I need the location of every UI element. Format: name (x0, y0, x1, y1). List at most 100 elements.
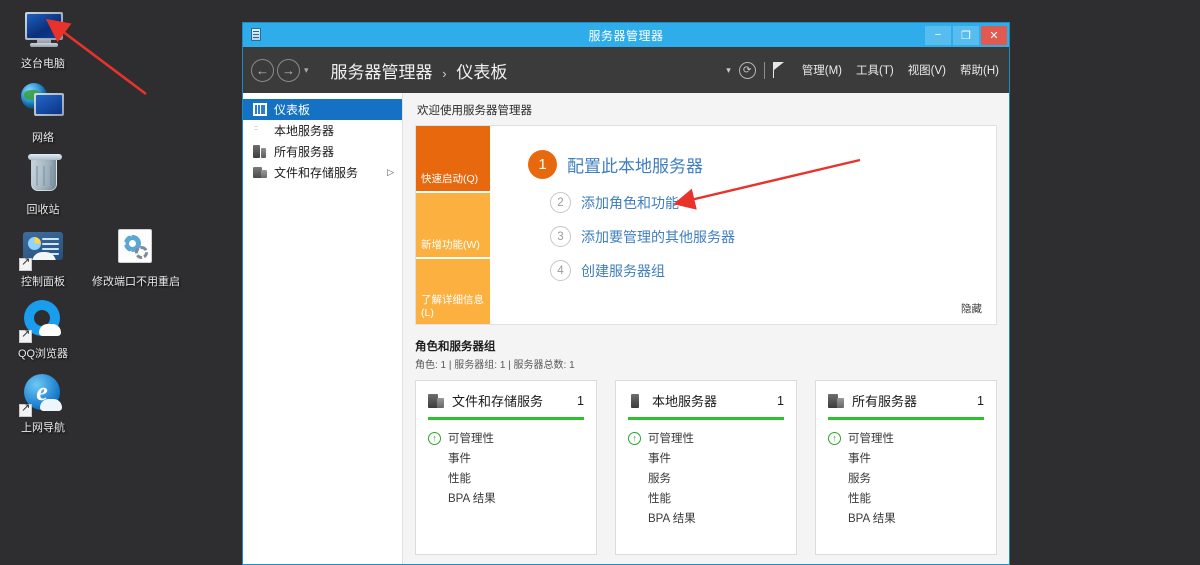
card-row-bpa-results[interactable]: BPA 结果 (628, 508, 784, 528)
step-create-server-group[interactable]: 4 创建服务器组 (550, 260, 996, 281)
forward-button[interactable]: → (277, 58, 300, 82)
card-row-performance[interactable]: 性能 (828, 488, 984, 508)
card-row-label: 事件 (648, 453, 671, 465)
card-row-label: 可管理性 (648, 433, 694, 445)
card-row-performance[interactable]: 性能 (428, 468, 584, 488)
card-count: 1 (577, 393, 584, 408)
step-label[interactable]: 创建服务器组 (581, 261, 665, 281)
desktop-icon-network[interactable]: 网络 (0, 80, 86, 145)
card-header: 文件和存储服务 1 (428, 391, 584, 410)
desktop-icon-control-panel[interactable]: 控制面板 (0, 224, 86, 289)
close-button[interactable]: ✕ (981, 25, 1007, 45)
card-header: 本地服务器 1 (628, 391, 784, 410)
desktop-icon-port-tool[interactable]: 修改端口不用重启 (92, 224, 180, 289)
gear-tool-icon (111, 224, 159, 272)
menu-bar: 管理(M) 工具(T) 视图(V) 帮助(H) (802, 62, 999, 78)
refresh-icon[interactable]: ⟳ (738, 61, 756, 79)
card-row-manageability[interactable]: ↑ 可管理性 (428, 428, 584, 448)
tab-whats-new[interactable]: 新增功能(W) (416, 192, 490, 260)
back-button[interactable]: ← (251, 58, 274, 82)
breadcrumb: 服务器管理器 › 仪表板 (331, 58, 508, 83)
desktop-icon-label: 回收站 (26, 204, 60, 216)
card-all-servers[interactable]: 所有服务器 1 ↑ 可管理性 事件 服务 性能 BPA 结果 (815, 380, 997, 555)
sidebar-item-local-server[interactable]: 本地服务器 (243, 120, 402, 141)
breadcrumb-root[interactable]: 服务器管理器 (331, 63, 433, 82)
welcome-heading: 欢迎使用服务器管理器 (417, 105, 532, 117)
card-row-bpa-results[interactable]: BPA 结果 (828, 508, 984, 528)
card-row-label: 服务 (848, 473, 871, 485)
desktop-icon-recycle-bin[interactable]: 回收站 (0, 152, 86, 217)
card-count: 1 (777, 393, 784, 408)
network-icon (19, 80, 67, 128)
card-header: 所有服务器 1 (828, 391, 984, 410)
server-manager-window: 服务器管理器 − ❐ ✕ ← → ▾ 服务器管理器 › 仪表板 ▾ ⟳ 管理(M… (242, 22, 1010, 565)
menu-view[interactable]: 视图(V) (908, 62, 946, 78)
status-up-icon: ↑ (828, 431, 841, 445)
flag-icon[interactable] (772, 62, 786, 78)
menu-manage[interactable]: 管理(M) (802, 62, 842, 78)
menu-tools[interactable]: 工具(T) (856, 62, 894, 78)
card-row-label: 性能 (648, 493, 671, 505)
card-row-label: 性能 (848, 493, 871, 505)
minimize-button[interactable]: − (925, 25, 951, 45)
tab-quick-start[interactable]: 快速启动(Q) (416, 126, 490, 193)
card-local-server[interactable]: 本地服务器 1 ↑ 可管理性 事件 服务 性能 BPA 结果 (615, 380, 797, 555)
sidebar-item-dashboard[interactable]: 仪表板 (243, 99, 402, 120)
tab-label: 了解详细信息(L) (421, 294, 484, 320)
file-storage-icon (253, 166, 267, 179)
card-row-label: BPA 结果 (448, 493, 496, 505)
control-panel-icon (19, 224, 67, 272)
maximize-button[interactable]: ❐ (953, 25, 979, 45)
tab-label: 快速启动(Q) (421, 172, 479, 185)
roles-groups-header: 角色和服务器组 角色: 1 | 服务器组: 1 | 服务器总数: 1 (415, 338, 997, 371)
desktop-icon-my-computer[interactable]: 这台电脑 (0, 6, 86, 71)
welcome-tile-tabs: 快速启动(Q) 新增功能(W) 了解详细信息(L) (416, 126, 490, 325)
desktop-icon-label: 网络 (32, 132, 54, 144)
command-bar: ← → ▾ 服务器管理器 › 仪表板 ▾ ⟳ 管理(M) 工具(T) 视图(V)… (243, 47, 1009, 93)
card-rows: ↑ 可管理性 事件 性能 BPA 结果 (428, 420, 584, 508)
sidebar-item-label: 所有服务器 (274, 145, 335, 159)
card-rows: ↑ 可管理性 事件 服务 性能 BPA 结果 (628, 420, 784, 528)
tab-learn-more[interactable]: 了解详细信息(L) (416, 259, 490, 325)
nav-history-caret-icon[interactable]: ▾ (304, 65, 309, 76)
window-titlebar: 服务器管理器 − ❐ ✕ (243, 23, 1009, 47)
step-add-roles-features[interactable]: 2 添加角色和功能 (550, 192, 996, 213)
card-file-storage-services[interactable]: 文件和存储服务 1 ↑ 可管理性 事件 性能 BPA 结果 (415, 380, 597, 555)
step-configure-local-server[interactable]: 1 配置此本地服务器 (528, 150, 996, 179)
card-row-bpa-results[interactable]: BPA 结果 (428, 488, 584, 508)
notifications-caret-icon[interactable]: ▾ (726, 65, 731, 76)
qq-browser-icon (19, 296, 67, 344)
card-row-performance[interactable]: 性能 (628, 488, 784, 508)
card-row-events[interactable]: 事件 (428, 448, 584, 468)
sidebar-item-file-storage[interactable]: 文件和存储服务 ▷ (243, 162, 402, 183)
card-row-events[interactable]: 事件 (628, 448, 784, 468)
card-title: 所有服务器 (852, 394, 918, 409)
step-number: 4 (550, 260, 571, 281)
status-up-icon: ↑ (428, 431, 441, 445)
card-row-label: BPA 结果 (648, 513, 696, 525)
card-row-events[interactable]: 事件 (828, 448, 984, 468)
card-row-manageability[interactable]: ↑ 可管理性 (628, 428, 784, 448)
servers-icon (828, 393, 844, 408)
roles-groups-subtitle: 角色: 1 | 服务器组: 1 | 服务器总数: 1 (415, 360, 575, 371)
tab-label: 新增功能(W) (421, 239, 480, 252)
desktop-icon-label: 修改端口不用重启 (92, 276, 180, 288)
internet-explorer-icon: e (19, 370, 67, 418)
menu-help[interactable]: 帮助(H) (960, 62, 999, 78)
step-add-other-servers[interactable]: 3 添加要管理的其他服务器 (550, 226, 996, 247)
hide-link[interactable]: 隐藏 (961, 301, 982, 316)
card-row-services[interactable]: 服务 (628, 468, 784, 488)
card-row-manageability[interactable]: ↑ 可管理性 (828, 428, 984, 448)
card-row-services[interactable]: 服务 (828, 468, 984, 488)
step-label[interactable]: 配置此本地服务器 (567, 152, 703, 177)
step-label[interactable]: 添加角色和功能 (581, 193, 679, 213)
desktop-icon-internet-nav[interactable]: e 上网导航 (0, 370, 86, 435)
step-label[interactable]: 添加要管理的其他服务器 (581, 227, 735, 247)
window-body: 仪表板 本地服务器 所有服务器 文件和存储服务 ▷ 欢迎使用服务器管理器 快速启… (243, 93, 1009, 564)
chevron-right-icon[interactable]: ▷ (387, 167, 394, 178)
sidebar-item-all-servers[interactable]: 所有服务器 (243, 141, 402, 162)
desktop-icon-qq-browser[interactable]: QQ浏览器 (0, 296, 86, 361)
card-title: 本地服务器 (652, 394, 718, 409)
card-row-label: 性能 (448, 473, 471, 485)
card-row-label: 事件 (448, 453, 471, 465)
